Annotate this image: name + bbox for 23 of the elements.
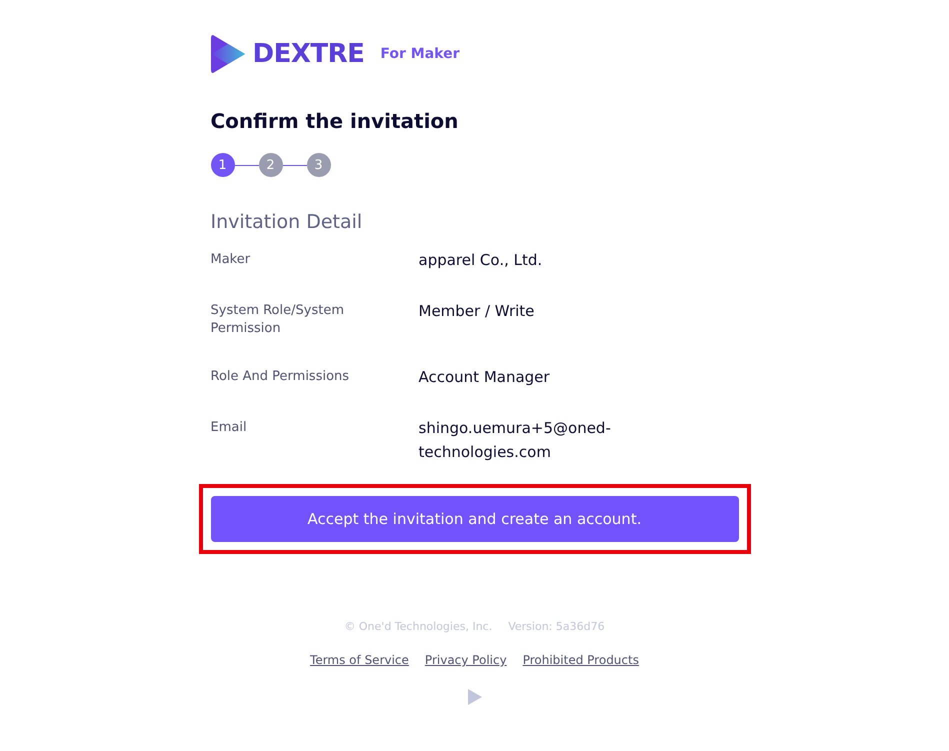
brand-name: DEXTRE bbox=[252, 39, 364, 69]
logo-icon bbox=[210, 35, 244, 73]
section-title: Invitation Detail bbox=[210, 211, 364, 233]
footer-link[interactable]: Terms of Service bbox=[310, 653, 409, 667]
detail-label: Email bbox=[210, 419, 248, 437]
detail-value: Account Manager bbox=[418, 367, 551, 388]
detail-label: Maker bbox=[210, 251, 252, 269]
copyright-text: © One'd Technologies, Inc. bbox=[344, 620, 492, 633]
detail-value: apparel Co., Ltd. bbox=[418, 250, 544, 271]
brand-tag: For Maker bbox=[380, 46, 460, 62]
step-indicator: 2 bbox=[258, 153, 282, 177]
step-indicator: 3 bbox=[306, 153, 330, 177]
step-indicator: 1 bbox=[210, 153, 234, 177]
footer-link[interactable]: Privacy Policy bbox=[424, 653, 507, 667]
accept-button[interactable]: Accept the invitation and create an account. bbox=[210, 496, 738, 542]
version-text: Version: 5a36d76 bbox=[508, 620, 605, 633]
detail-value: shingo.uemura+5@oned-technologies.com bbox=[418, 418, 612, 463]
detail-value: Member / Write bbox=[418, 301, 536, 322]
logo-icon bbox=[468, 689, 482, 705]
detail-label: System Role/System Permission bbox=[210, 302, 345, 338]
page-title: Confirm the invitation bbox=[210, 109, 460, 133]
footer-link[interactable]: Prohibited Products bbox=[522, 653, 639, 667]
detail-label: Role And Permissions bbox=[210, 368, 350, 386]
